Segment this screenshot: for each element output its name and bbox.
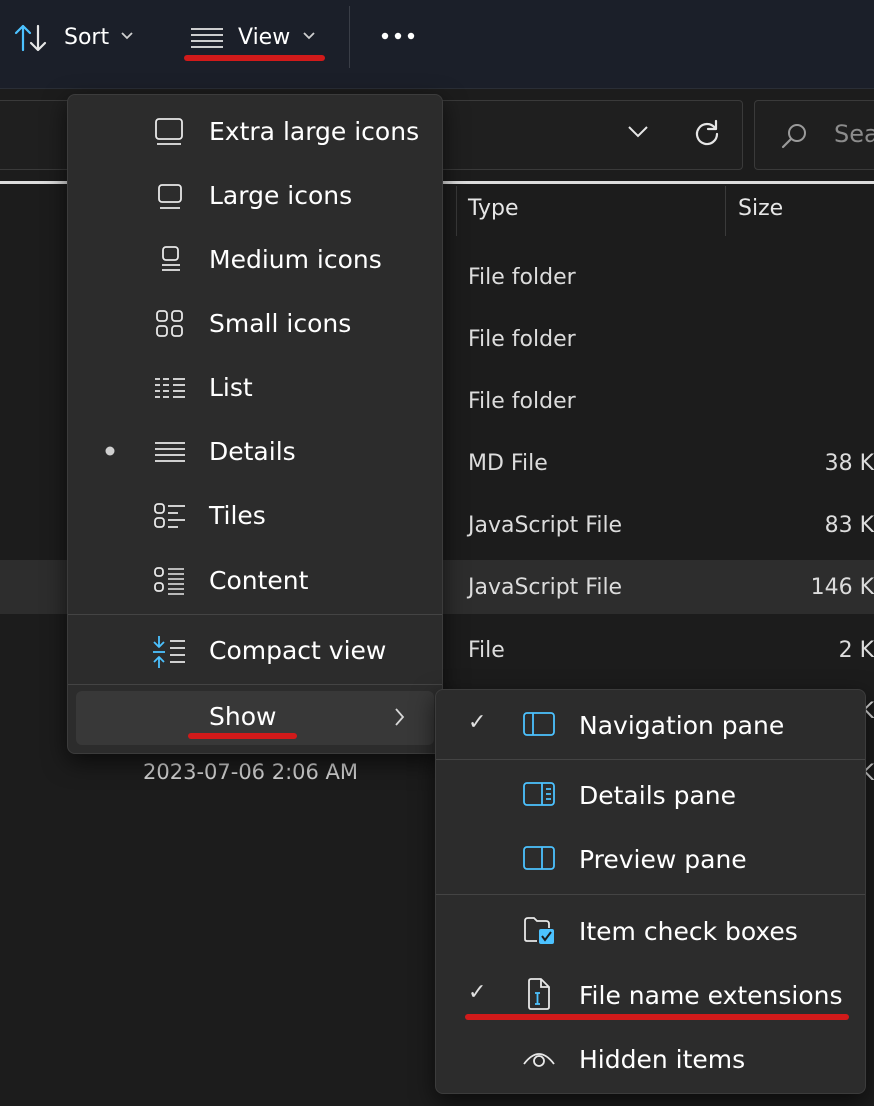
more-options-icon xyxy=(381,32,415,40)
column-divider[interactable] xyxy=(456,186,457,236)
column-header-type[interactable]: Type xyxy=(468,196,519,221)
menu-item-label: Small icons xyxy=(209,309,352,338)
more-options-button[interactable] xyxy=(380,30,416,42)
menu-item-medium-icons[interactable]: Medium icons xyxy=(68,229,442,291)
menu-separator xyxy=(68,614,442,615)
menu-item-label: Medium icons xyxy=(209,245,382,274)
menu-item-label: Item check boxes xyxy=(579,917,798,946)
selected-bullet-icon xyxy=(104,445,116,457)
view-details-icon xyxy=(190,26,224,50)
file-type: File folder xyxy=(468,327,576,352)
menu-separator xyxy=(68,684,442,685)
menu-item-label: File name extensions xyxy=(579,981,843,1010)
menu-item-label: Show xyxy=(209,702,277,731)
chevron-down-icon xyxy=(302,31,316,41)
menu-item-list[interactable]: List xyxy=(68,357,442,419)
menu-item-details-pane[interactable]: Details pane xyxy=(436,764,865,826)
file-type: File folder xyxy=(468,265,576,290)
column-divider[interactable] xyxy=(725,186,726,236)
show-submenu: ✓ Navigation pane Details pane Preview p… xyxy=(435,689,866,1094)
address-history-button[interactable] xyxy=(626,124,650,140)
menu-item-details[interactable]: Details xyxy=(68,421,442,483)
file-size: 146 K xyxy=(810,575,874,600)
view-menu: Extra large icons Large icons Medium ico… xyxy=(67,94,443,754)
large-icons-icon xyxy=(157,183,185,211)
menu-item-item-check-boxes[interactable]: Item check boxes xyxy=(436,900,865,962)
view-annotation-underline xyxy=(184,55,325,61)
tiles-icon xyxy=(154,502,186,530)
checkmark-icon: ✓ xyxy=(468,710,487,735)
chevron-down-icon xyxy=(120,31,134,41)
file-size: 83 K xyxy=(824,513,874,538)
menu-item-compact-view[interactable]: Compact view xyxy=(68,619,442,683)
chevron-down-icon xyxy=(628,126,648,138)
menu-item-preview-pane[interactable]: Preview pane xyxy=(436,828,865,890)
menu-item-tiles[interactable]: Tiles xyxy=(68,485,442,547)
preview-pane-icon xyxy=(522,845,556,871)
checkmark-icon: ✓ xyxy=(468,980,487,1005)
sort-icon xyxy=(14,22,48,54)
menu-item-large-icons[interactable]: Large icons xyxy=(68,165,442,227)
menu-item-hidden-items[interactable]: Hidden items xyxy=(436,1028,865,1090)
search-icon xyxy=(780,122,808,150)
menu-item-label: Navigation pane xyxy=(579,711,785,740)
menu-item-label: Large icons xyxy=(209,181,353,210)
menu-item-label: Details xyxy=(209,437,296,466)
content-icon xyxy=(154,566,186,596)
date-modified: 2023-07-06 2:06 AM xyxy=(143,760,359,784)
view-label: View xyxy=(238,25,291,50)
menu-item-extra-large-icons[interactable]: Extra large icons xyxy=(68,101,442,163)
sort-label: Sort xyxy=(64,25,110,50)
menu-item-small-icons[interactable]: Small icons xyxy=(68,293,442,355)
item-check-boxes-icon xyxy=(522,913,556,947)
medium-icons-icon xyxy=(159,245,183,275)
extra-large-icons-icon xyxy=(154,117,186,147)
list-icon xyxy=(154,376,186,400)
menu-item-content[interactable]: Content xyxy=(68,549,442,611)
file-type: File folder xyxy=(468,389,576,414)
details-pane-icon xyxy=(522,781,556,807)
file-type: JavaScript File xyxy=(468,575,623,600)
file-type: File xyxy=(468,638,505,663)
file-type: JavaScript File xyxy=(468,513,623,538)
navigation-pane-icon xyxy=(522,711,556,737)
menu-item-label: Tiles xyxy=(209,501,266,530)
menu-item-navigation-pane[interactable]: ✓ Navigation pane xyxy=(436,694,865,756)
details-icon xyxy=(154,440,186,464)
compact-view-icon xyxy=(151,635,187,669)
menu-item-label: Extra large icons xyxy=(209,117,420,146)
menu-item-label: Compact view xyxy=(209,636,387,665)
menu-separator xyxy=(436,894,865,895)
file-size: 2 K xyxy=(838,638,874,663)
hidden-items-icon xyxy=(522,1046,556,1070)
menu-item-label: Details pane xyxy=(579,781,737,810)
menu-item-label: Hidden items xyxy=(579,1045,746,1074)
file-name-extensions-icon xyxy=(526,977,552,1011)
file-name-extensions-annotation-underline xyxy=(465,1014,849,1020)
column-header-size[interactable]: Size xyxy=(738,196,783,221)
menu-item-label: Content xyxy=(209,566,309,595)
menu-item-label: Preview pane xyxy=(579,845,747,874)
refresh-icon xyxy=(695,119,719,146)
refresh-button[interactable] xyxy=(693,119,721,147)
search-placeholder: Sea xyxy=(834,120,874,148)
menu-item-label: List xyxy=(209,373,253,402)
file-size: 38 K xyxy=(824,451,874,476)
show-annotation-underline xyxy=(188,733,297,739)
command-bar: Sort View xyxy=(0,0,874,89)
chevron-right-icon xyxy=(394,707,406,727)
menu-separator xyxy=(436,759,865,760)
file-type: MD File xyxy=(468,451,548,476)
toolbar-separator xyxy=(349,6,350,68)
small-icons-icon xyxy=(155,309,185,339)
